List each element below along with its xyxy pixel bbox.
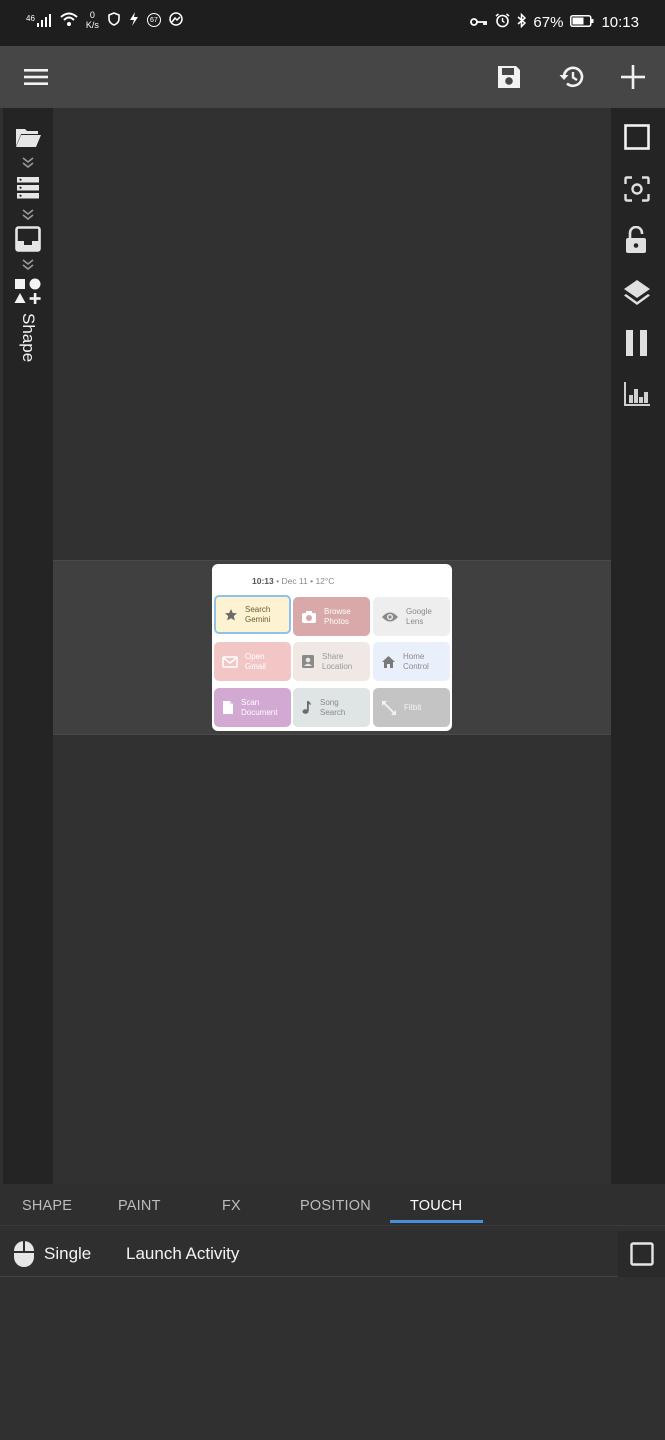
- widget-time: 10:13: [252, 576, 274, 586]
- home-icon: [382, 655, 395, 668]
- layers-icon[interactable]: [623, 278, 651, 311]
- tile-browse-photos[interactable]: Browse Photos: [293, 597, 370, 636]
- chevron-down-icon: [21, 258, 35, 276]
- contact-icon: [302, 655, 314, 668]
- tile-share-location[interactable]: Share Location: [293, 642, 370, 681]
- clock: 10:13: [601, 14, 639, 31]
- chart-icon[interactable]: [623, 381, 651, 412]
- tile-song-search[interactable]: Song Search: [293, 688, 370, 727]
- alarm-icon: [495, 13, 510, 32]
- focus-icon[interactable]: [624, 176, 650, 207]
- document-icon: [223, 701, 233, 714]
- widget-header: 10:13 • Dec 11 • 12°C: [252, 576, 334, 586]
- tile-open-gmail[interactable]: Open Gmail: [214, 642, 291, 681]
- network-type: 46: [26, 13, 35, 23]
- shapes-icon[interactable]: [14, 278, 42, 311]
- tile-fitbit[interactable]: Fitbit: [373, 688, 450, 727]
- active-tab-indicator: [390, 1220, 483, 1223]
- vertical-tool-label[interactable]: Shape: [5, 313, 51, 373]
- music-note-icon: [302, 701, 311, 714]
- touch-mode[interactable]: Single: [44, 1244, 91, 1264]
- right-rail: [611, 108, 665, 1184]
- hamburger-menu-icon[interactable]: [17, 58, 55, 96]
- chevron-down-icon: [21, 156, 35, 174]
- camera-icon: [302, 610, 316, 623]
- notification-badge: 67: [146, 13, 161, 27]
- touch-action-row[interactable]: Single Launch Activity: [0, 1231, 665, 1277]
- tab-shape[interactable]: SHAPE: [22, 1198, 72, 1214]
- mail-icon: [222, 655, 238, 668]
- tile-home-control[interactable]: Home Control: [373, 642, 450, 681]
- key-icon: [470, 14, 488, 31]
- tab-fx[interactable]: FX: [222, 1198, 241, 1214]
- touch-action[interactable]: Launch Activity: [126, 1244, 239, 1264]
- layout-icon[interactable]: [15, 226, 41, 257]
- gallery-icon: [169, 11, 183, 29]
- chevron-down-icon: [21, 208, 35, 226]
- tile-google-lens[interactable]: Google Lens: [373, 597, 450, 636]
- widget-preview[interactable]: 10:13 • Dec 11 • 12°C Search Gemini Brows…: [212, 564, 452, 731]
- tab-touch[interactable]: TOUCH: [410, 1198, 462, 1214]
- properties-empty-area: [0, 1277, 665, 1440]
- tile-scan-document[interactable]: Scan Document: [214, 688, 291, 727]
- history-icon[interactable]: [553, 58, 591, 96]
- editor-canvas[interactable]: 10:13 • Dec 11 • 12°C Search Gemini Brows…: [53, 108, 611, 1184]
- property-tabs: SHAPE PAINT FX POSITION TOUCH: [0, 1184, 665, 1226]
- checkbox-icon[interactable]: [630, 1242, 654, 1271]
- lock-icon[interactable]: [625, 225, 647, 259]
- data-rate: 0 K/s: [85, 10, 99, 30]
- widget-date-weather: • Dec 11 • 12°C: [273, 576, 335, 586]
- top-toolbar: [0, 46, 665, 108]
- tab-position[interactable]: POSITION: [300, 1198, 371, 1214]
- left-rail: Shape: [3, 108, 53, 1184]
- signal-icon: 46: [26, 13, 52, 27]
- tab-paint[interactable]: PAINT: [118, 1198, 161, 1214]
- status-bar: 46 0 K/s 67 67% 10:13: [0, 0, 665, 46]
- mouse-icon: [13, 1240, 35, 1273]
- bluetooth-icon: [517, 12, 527, 32]
- plus-icon[interactable]: [614, 58, 652, 96]
- square-outline-icon[interactable]: [624, 124, 650, 155]
- pause-icon[interactable]: [625, 330, 649, 361]
- floppy-disk-icon[interactable]: [490, 58, 528, 96]
- wifi-icon: [60, 12, 78, 29]
- shield-icon: [107, 11, 121, 29]
- list-icon[interactable]: [16, 176, 40, 205]
- folder-icon[interactable]: [15, 126, 42, 153]
- battery-percent: 67%: [533, 14, 564, 31]
- bolt-icon: [129, 11, 139, 29]
- battery-icon: [570, 14, 594, 31]
- tile-search-gemini[interactable]: Search Gemini: [214, 595, 291, 634]
- eye-icon: [382, 612, 398, 621]
- star-icon: [225, 608, 237, 620]
- expand-arrows-icon: [382, 700, 396, 715]
